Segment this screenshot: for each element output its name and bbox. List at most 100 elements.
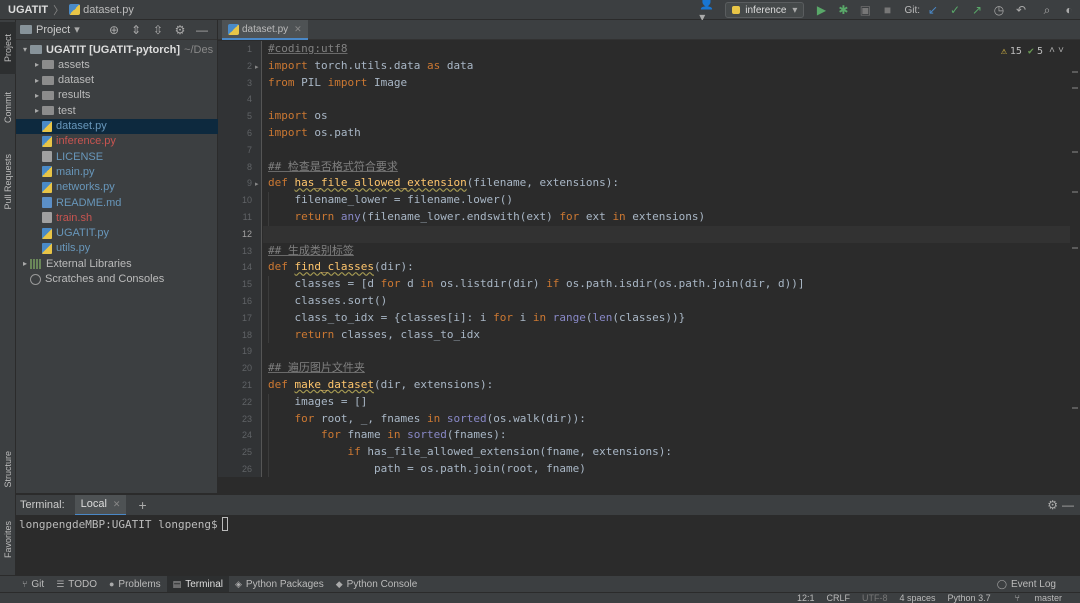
code-line[interactable]: return any(filename_lower.endswith(ext) … <box>268 209 706 226</box>
code-editor[interactable]: ⚠ 15 ✔ 5 ˄ ˅ #coding:utf8 import torch.ut… <box>263 41 1070 477</box>
git-branch-icon: ⑂ <box>1014 592 1023 603</box>
run-configuration-select[interactable]: inference ▾ <box>725 2 805 18</box>
chevron-down-icon: ▾ <box>22 45 27 54</box>
caret-position[interactable]: 12:1 <box>797 593 815 603</box>
stop-icon[interactable]: ■ <box>878 1 896 19</box>
tree-item[interactable]: README.md <box>16 195 218 210</box>
expand-all-icon[interactable]: ⇕ <box>127 21 145 39</box>
fold-icon[interactable]: ▸ <box>255 180 259 188</box>
code-line[interactable]: classes = [d for d in os.listdir(dir) if… <box>268 276 804 293</box>
tree-item[interactable]: main.py <box>16 164 218 179</box>
select-opened-file-icon[interactable]: ⊕ <box>105 21 123 39</box>
tool-todo[interactable]: ☰ TODO <box>50 576 103 593</box>
code-line[interactable] <box>268 91 275 108</box>
error-stripe[interactable] <box>1070 41 1080 477</box>
code-line[interactable]: from PIL import Image <box>268 75 407 92</box>
code-line[interactable]: for fname in sorted(fnames): <box>268 427 506 444</box>
tree-item[interactable]: train.sh <box>16 210 218 225</box>
tree-item[interactable]: ▸ assets <box>16 57 218 72</box>
close-icon[interactable]: ✕ <box>113 499 121 510</box>
code-line[interactable]: path = os.path.join(root, fname) <box>268 461 586 477</box>
tool-python-packages[interactable]: ◈ Python Packages <box>229 576 330 593</box>
code-line[interactable]: def has_file_allowed_extension(filename,… <box>268 175 619 192</box>
hide-icon[interactable]: — <box>1062 498 1074 512</box>
tree-external-libraries[interactable]: ▸ External Libraries <box>16 256 218 271</box>
code-line[interactable]: ## 遍历图片文件夹 <box>268 360 365 377</box>
code-line[interactable]: class_to_idx = {classes[i]: i for i in r… <box>268 310 685 327</box>
git-commit-icon[interactable]: ✓ <box>946 1 964 19</box>
tab-structure[interactable]: Structure <box>0 440 16 498</box>
breadcrumb-project[interactable]: UGATIT <box>8 4 48 16</box>
git-push-icon[interactable]: ↗ <box>968 1 986 19</box>
tab-pull-requests[interactable]: Pull Requests <box>0 144 16 220</box>
fold-icon[interactable]: ▸ <box>255 63 259 71</box>
history-icon[interactable]: ◷ <box>990 1 1008 19</box>
close-icon[interactable]: ✕ <box>294 24 302 35</box>
code-line[interactable]: def find_classes(dir): <box>268 259 414 276</box>
debug-icon[interactable]: ✱ <box>834 1 852 19</box>
python-interpreter[interactable]: Python 3.7 <box>948 593 991 603</box>
search-icon[interactable]: ⌕ <box>1038 1 1056 19</box>
code-line[interactable]: ## 检查是否格式符合要求 <box>268 159 398 176</box>
code-line[interactable]: if has_file_allowed_extension(fname, ext… <box>268 444 672 461</box>
code-line[interactable]: images = [] <box>268 394 367 411</box>
code-line[interactable]: import torch.utils.data as data <box>268 58 473 75</box>
rollback-icon[interactable]: ↶ <box>1012 1 1030 19</box>
indent-setting[interactable]: 4 spaces <box>900 593 936 603</box>
gear-icon[interactable]: ⚙ <box>171 21 189 39</box>
code-line[interactable] <box>268 343 275 360</box>
ide-features-icon[interactable]: ◐ <box>1060 1 1078 19</box>
project-view-title[interactable]: Project <box>36 24 70 36</box>
tool-problems[interactable]: ● Problems <box>103 576 167 593</box>
line-separator[interactable]: CRLF <box>827 593 851 603</box>
inspection-widget[interactable]: ⚠ 15 ✔ 5 ˄ ˅ <box>1001 45 1064 57</box>
collapse-all-icon[interactable]: ⇳ <box>149 21 167 39</box>
git-branch[interactable]: ⑂ master <box>1003 593 1062 603</box>
gear-icon[interactable]: ⚙ <box>1047 498 1058 512</box>
tool-git[interactable]: ⑂ Git <box>16 576 50 593</box>
tree-item[interactable]: inference.py <box>16 134 218 149</box>
hide-icon[interactable]: — <box>193 21 211 39</box>
tree-item[interactable]: utils.py <box>16 241 218 256</box>
tree-item[interactable]: dataset.py <box>16 118 218 134</box>
code-line[interactable]: #coding:utf8 <box>268 41 347 58</box>
chevron-down-icon[interactable]: ▾ <box>74 23 80 36</box>
code-line[interactable]: def make_dataset(dir, extensions): <box>268 377 493 394</box>
tab-project[interactable]: Project <box>0 22 16 74</box>
code-line[interactable]: import os <box>268 108 328 125</box>
code-line[interactable]: filename_lower = filename.lower() <box>268 192 513 209</box>
tab-commit[interactable]: Commit <box>0 82 16 132</box>
run-icon[interactable]: ▶ <box>812 1 830 19</box>
new-terminal-icon[interactable]: + <box>138 497 146 513</box>
tree-item[interactable]: LICENSE <box>16 149 218 164</box>
terminal-cursor <box>221 517 228 531</box>
tree-item[interactable]: ▸ test <box>16 103 218 118</box>
user-icon[interactable]: 👤▾ <box>699 0 717 24</box>
file-encoding[interactable]: UTF-8 <box>862 593 888 603</box>
code-line[interactable]: import os.path <box>268 125 361 142</box>
editor-tab-dataset[interactable]: dataset.py ✕ <box>222 20 308 40</box>
breadcrumb-file[interactable]: dataset.py <box>83 4 134 16</box>
terminal-tab-local[interactable]: Local ✕ <box>74 494 127 516</box>
code-line[interactable] <box>268 142 275 159</box>
code-line[interactable]: return classes, class_to_idx <box>268 327 480 344</box>
coverage-icon[interactable]: ▣ <box>856 1 874 19</box>
txt-file-icon <box>42 151 52 163</box>
tree-item[interactable]: ▸ dataset <box>16 73 218 88</box>
tree-item[interactable]: networks.py <box>16 180 218 195</box>
tree-scratches[interactable]: Scratches and Consoles <box>16 272 218 287</box>
tree-item[interactable]: ▸ results <box>16 88 218 103</box>
code-line[interactable]: ## 生成类别标签 <box>268 243 354 260</box>
code-line[interactable]: classes.sort() <box>268 293 387 310</box>
tree-root[interactable]: ▾ UGATIT [UGATIT-pytorch] ~/Des <box>16 42 218 57</box>
tool-python-console[interactable]: ◆ Python Console <box>330 576 424 593</box>
tab-favorites[interactable]: Favorites <box>0 510 16 570</box>
line-number: 23 <box>241 413 252 424</box>
git-update-icon[interactable]: ↙ <box>924 1 942 19</box>
event-log-button[interactable]: ◯ Event Log <box>991 576 1062 593</box>
tool-terminal[interactable]: ▤ Terminal <box>166 575 229 593</box>
tree-item[interactable]: UGATIT.py <box>16 226 218 241</box>
terminal-output[interactable]: longpengdeMBP:UGATIT longpeng$ <box>16 515 1080 575</box>
code-line[interactable]: for root, _, fnames in sorted(os.walk(di… <box>268 411 586 428</box>
code-line[interactable] <box>263 225 1070 243</box>
